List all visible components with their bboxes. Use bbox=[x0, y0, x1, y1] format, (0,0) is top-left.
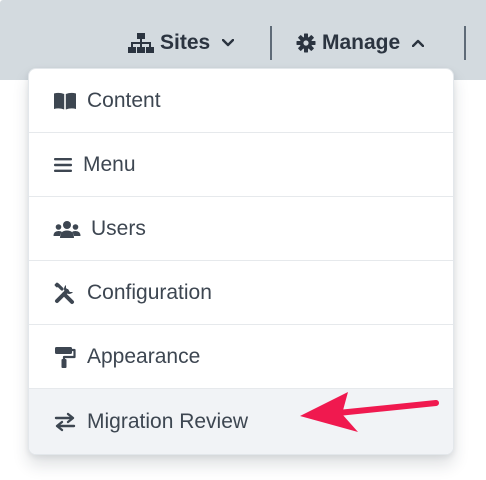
sitemap-icon bbox=[128, 33, 154, 53]
annotation-arrow-icon bbox=[300, 392, 439, 432]
paint-roller-icon bbox=[53, 345, 77, 369]
menu-item-configuration[interactable]: Configuration bbox=[29, 261, 453, 325]
menu-item-label: Configuration bbox=[87, 280, 212, 304]
manage-menu-button[interactable]: Manage bbox=[296, 26, 425, 60]
nav-divider bbox=[270, 26, 272, 60]
menu-item-content[interactable]: Content bbox=[29, 69, 453, 133]
chevron-down-icon bbox=[222, 39, 235, 47]
sites-menu-label: Sites bbox=[160, 31, 211, 54]
sites-menu-button[interactable]: Sites bbox=[128, 26, 235, 60]
menu-item-label: Menu bbox=[83, 152, 136, 176]
nav-divider bbox=[464, 26, 466, 60]
menu-item-label: Migration Review bbox=[87, 409, 249, 433]
gear-icon bbox=[296, 33, 316, 53]
chevron-up-icon bbox=[412, 39, 425, 47]
manage-menu-label: Manage bbox=[322, 31, 401, 54]
tools-icon bbox=[53, 281, 77, 305]
users-icon bbox=[53, 217, 81, 241]
book-open-icon bbox=[53, 89, 77, 113]
exchange-arrows-icon bbox=[53, 410, 77, 434]
menu-item-users[interactable]: Users bbox=[29, 197, 453, 261]
menu-item-appearance[interactable]: Appearance bbox=[29, 325, 453, 389]
bars-icon bbox=[53, 153, 73, 177]
menu-item-menu[interactable]: Menu bbox=[29, 133, 453, 197]
menu-item-label: Users bbox=[91, 216, 146, 240]
menu-item-label: Appearance bbox=[87, 344, 201, 368]
menu-item-label: Content bbox=[87, 88, 161, 112]
